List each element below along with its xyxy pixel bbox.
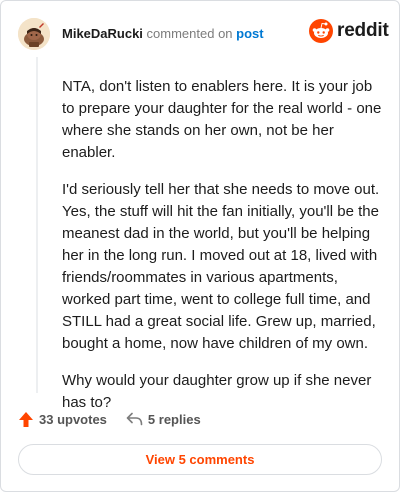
comment-header: MikeDaRucki commented on post <box>62 26 264 42</box>
upvote-count: 33 upvotes <box>39 411 107 427</box>
comment-paragraph: I'd seriously tell her that she needs to… <box>62 181 380 352</box>
reddit-wordmark: reddit <box>337 20 389 41</box>
avatar-image <box>18 18 50 50</box>
reply-arrow-icon <box>126 412 143 426</box>
replies-count: 5 replies <box>147 411 201 427</box>
commented-on-text: commented on <box>146 26 233 41</box>
comment-card: MikeDaRucki commented on post reddit NTA… <box>0 0 400 492</box>
upvote-arrow-icon <box>19 411 33 427</box>
reddit-logo[interactable]: reddit <box>309 19 389 43</box>
upvote-button[interactable]: 33 upvotes <box>18 411 107 428</box>
avatar[interactable] <box>18 18 50 50</box>
comment-paragraph: Why would your daughter grow up if she n… <box>62 372 372 411</box>
username-link[interactable]: MikeDaRucki <box>62 26 143 41</box>
replies-button[interactable]: 5 replies <box>126 412 201 427</box>
comment-paragraph: NTA, don't listen to enablers here. It i… <box>62 78 382 161</box>
post-link[interactable]: post <box>236 26 263 41</box>
comment-actions: 33 upvotes 5 replies <box>18 409 201 429</box>
comment-body: NTA, don't listen to enablers here. It i… <box>62 76 384 429</box>
view-comments-button[interactable]: View 5 comments <box>18 444 382 475</box>
thread-line <box>36 57 38 393</box>
reddit-snoo-icon <box>309 19 333 43</box>
